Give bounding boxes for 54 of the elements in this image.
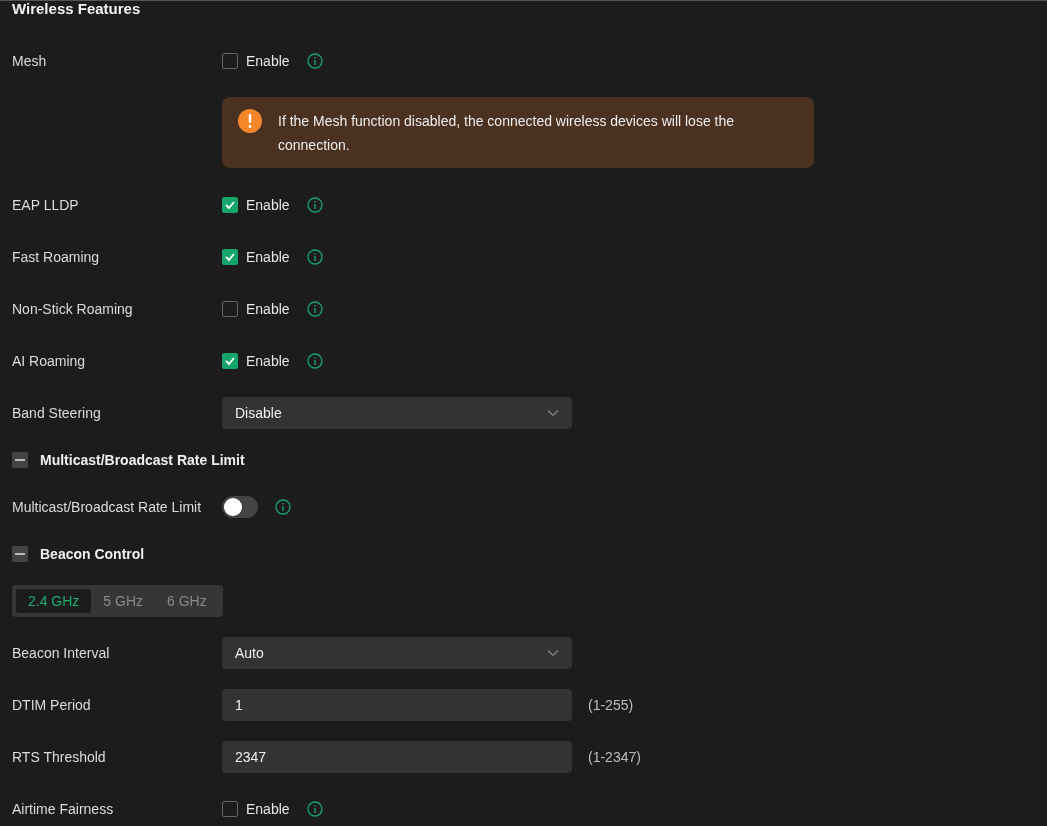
section-title: Wireless Features xyxy=(12,1,142,19)
field-label: Mesh xyxy=(12,53,48,69)
field-label: Fast Roaming xyxy=(12,249,101,265)
field-label: EAP LLDP xyxy=(12,197,80,213)
field-label: Beacon Interval xyxy=(12,645,111,661)
minus-icon xyxy=(15,553,25,555)
field-label: AI Roaming xyxy=(12,353,87,369)
field-label: Multicast/Broadcast Rate Limit xyxy=(12,499,203,515)
checkbox-label: Enable xyxy=(246,301,290,317)
collapse-button[interactable] xyxy=(12,546,28,562)
check-icon xyxy=(225,357,235,365)
field-label: Non-Stick Roaming xyxy=(12,301,134,317)
info-icon xyxy=(306,53,323,69)
input-field[interactable]: 1 xyxy=(222,689,572,721)
check-icon xyxy=(225,201,235,209)
dropdown[interactable]: Disable xyxy=(222,397,572,429)
info-icon xyxy=(306,801,323,817)
minus-icon xyxy=(15,459,25,461)
field-label: DTIM Period xyxy=(12,697,92,713)
range-hint: (1-2347) xyxy=(588,749,641,765)
toggle-switch[interactable] xyxy=(222,496,258,518)
info-icon xyxy=(306,353,323,369)
checkbox-label: Enable xyxy=(246,249,290,265)
section-heading: Beacon Control xyxy=(40,546,145,562)
checkbox[interactable] xyxy=(222,53,238,69)
band-tab[interactable]: 5 GHz xyxy=(91,589,156,613)
info-icon xyxy=(275,499,291,515)
field-label: RTS Threshold xyxy=(12,749,107,765)
input-field[interactable]: 2347 xyxy=(222,741,572,773)
field-label: Airtime Fairness xyxy=(12,801,115,817)
warning-icon xyxy=(238,109,262,133)
info-icon xyxy=(306,197,323,213)
band-tab[interactable]: 2.4 GHz xyxy=(16,589,92,613)
band-tab[interactable]: 6 GHz xyxy=(155,589,219,613)
section-heading: Multicast/Broadcast Rate Limit xyxy=(40,452,245,468)
check-icon xyxy=(225,253,235,261)
dropdown[interactable]: Auto xyxy=(222,637,572,669)
info-icon xyxy=(306,301,323,317)
checkbox[interactable] xyxy=(222,249,238,265)
collapse-button[interactable] xyxy=(12,452,28,468)
field-label: Band Steering xyxy=(12,405,102,421)
checkbox-label: Enable xyxy=(246,53,290,69)
checkbox-label: Enable xyxy=(246,353,290,369)
caret-icon xyxy=(547,649,559,657)
range-hint: (1-255) xyxy=(588,697,634,713)
checkbox[interactable] xyxy=(222,197,238,213)
caret-icon xyxy=(547,409,559,417)
checkbox-label: Enable xyxy=(246,197,290,213)
info-icon xyxy=(306,249,323,265)
checkbox[interactable] xyxy=(222,353,238,369)
warning-text: If the Mesh function disabled, the connected wireless devices will lose the connection. xyxy=(278,112,736,155)
checkbox[interactable] xyxy=(222,801,238,817)
checkbox[interactable] xyxy=(222,301,238,317)
checkbox-label: Enable xyxy=(246,801,290,817)
